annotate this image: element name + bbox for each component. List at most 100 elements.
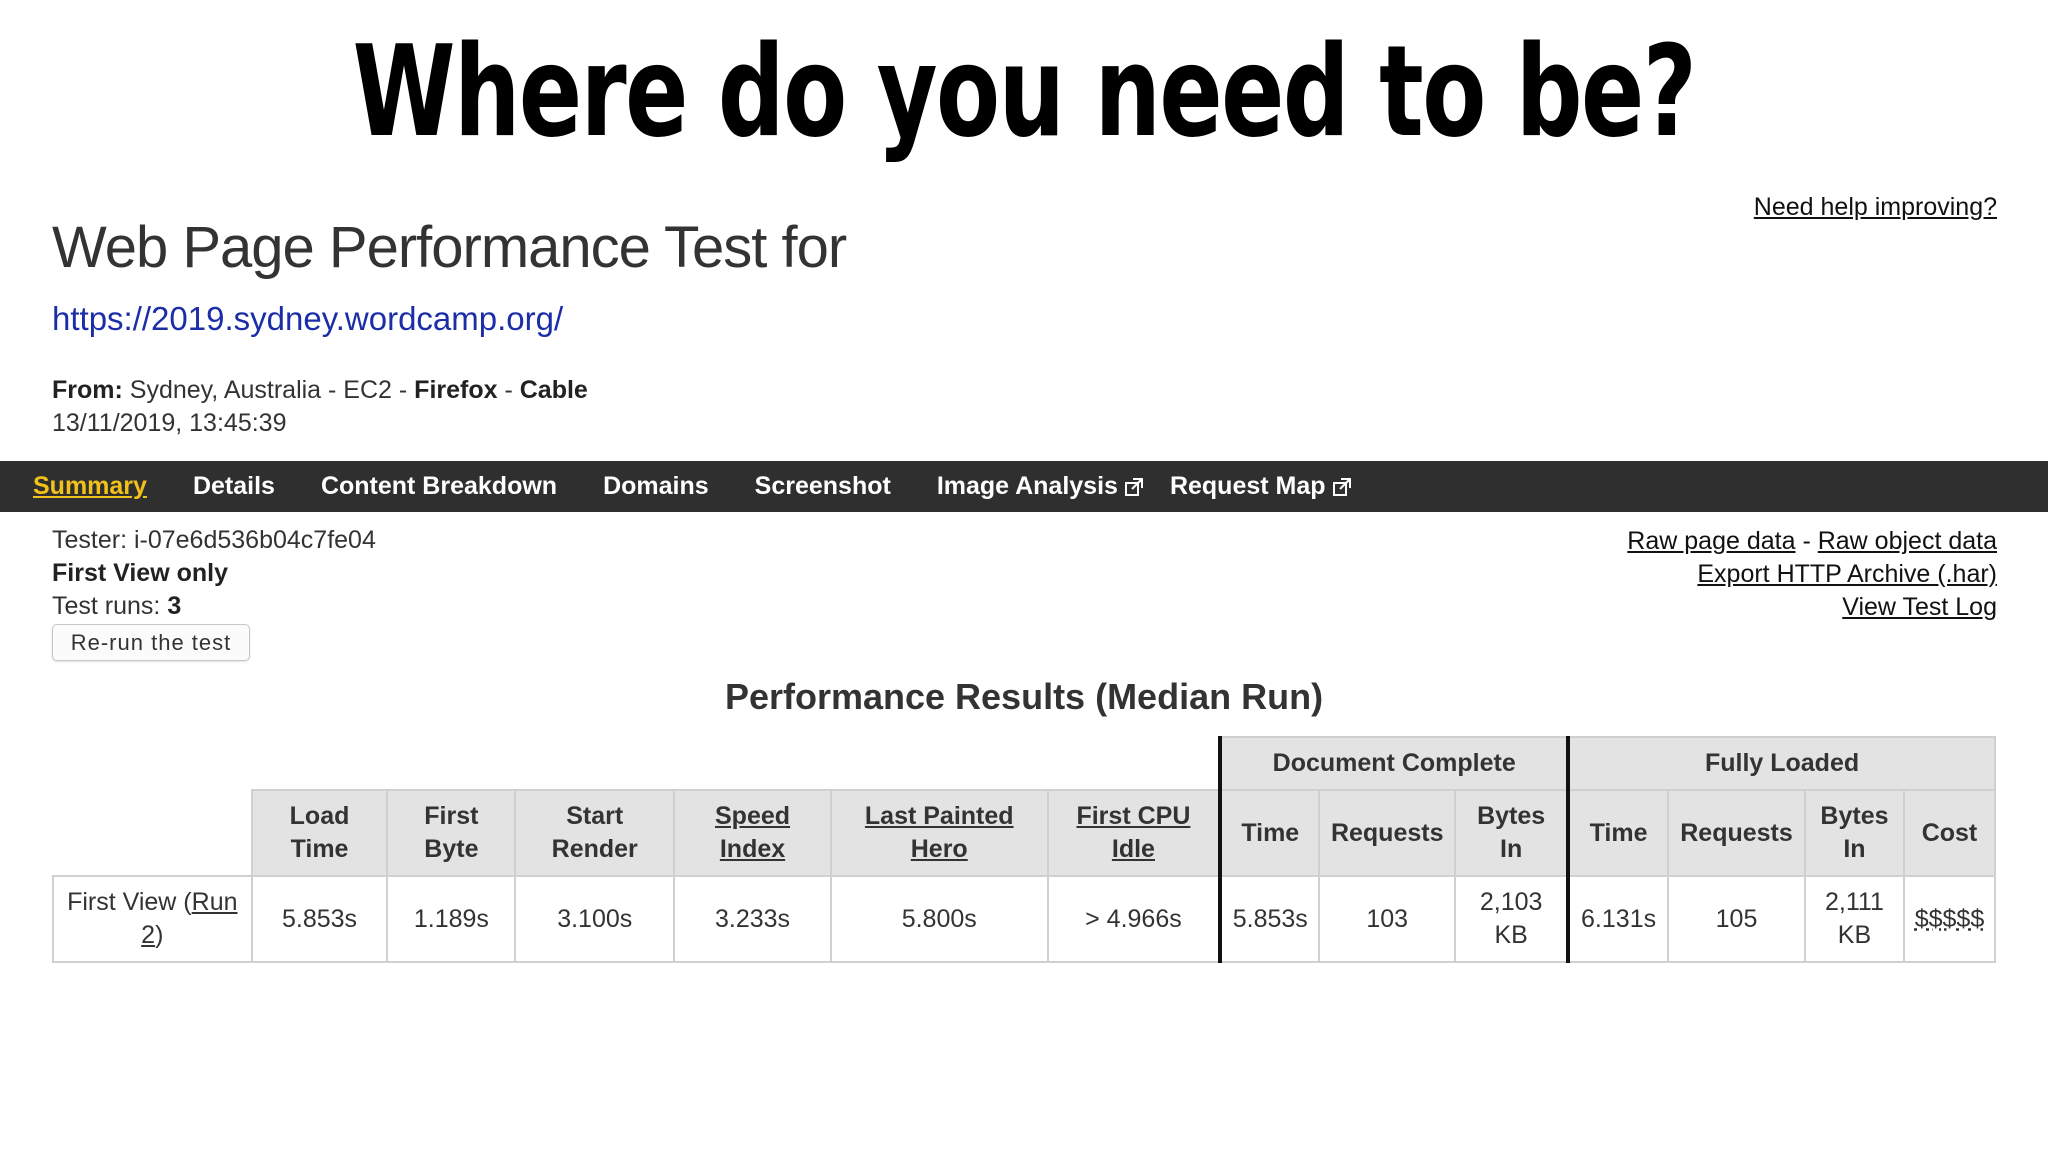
cell-load-time: 5.853s [250, 875, 389, 963]
col-first-byte-l2: Byte [424, 835, 479, 863]
fully-loaded-group: Fully Loaded [1566, 736, 1996, 791]
cell-speed-index: 3.233s [673, 875, 832, 963]
raw-data-links: Raw page data - Raw object data [1627, 525, 1997, 558]
export-har-link[interactable]: Export HTTP Archive (.har) [1697, 560, 1997, 588]
cell-fl-requests: 105 [1667, 875, 1806, 963]
test-location: From: Sydney, Australia - EC2 - Firefox … [52, 376, 588, 404]
slide-title: Where do you need to be? [352, 18, 1697, 165]
col-dc-time: Time [1218, 789, 1321, 877]
run-2-link-number[interactable]: 2 [141, 921, 155, 949]
tab-domains[interactable]: Domains [603, 472, 709, 501]
col-dc-bytes-l1: Bytes [1477, 802, 1546, 830]
tab-screenshot[interactable]: Screenshot [755, 472, 891, 501]
cell-dc-time: 5.853s [1218, 875, 1321, 963]
connection-type: Cable [519, 376, 588, 404]
tab-image-analysis[interactable]: Image Analysis [937, 472, 1144, 501]
tab-screenshot-label: Screenshot [754, 472, 891, 500]
tab-request-map-label: Request Map [1169, 472, 1326, 500]
cell-fl-time: 6.131s [1566, 875, 1670, 963]
row-label-prefix: First View ( [67, 888, 192, 916]
blank-cell [53, 737, 1221, 790]
view-test-log-link[interactable]: View Test Log [1842, 593, 1997, 621]
col-start-render: Start Render [514, 789, 676, 877]
col-first-byte-l1: First [424, 802, 479, 830]
side-links: Raw page data - Raw object data Export H… [1627, 525, 1997, 624]
col-fl-time: Time [1566, 789, 1670, 877]
col-dc-bytes-in: Bytes In [1454, 789, 1570, 877]
tab-details[interactable]: Details [193, 472, 275, 501]
cell-dc-bytes-in: 2,103 KB [1454, 875, 1570, 963]
link-separator: - [1802, 527, 1811, 555]
tab-content-breakdown[interactable]: Content Breakdown [321, 472, 557, 501]
cell-dc-bytes-value: 2,103 [1479, 888, 1543, 916]
cell-start-render: 3.100s [514, 875, 676, 963]
col-fl-bytes-l1: Bytes [1820, 802, 1889, 830]
col-last-painted-hero[interactable]: Last Painted Hero [829, 789, 1049, 877]
cell-fl-bytes-in: 2,111 KB [1804, 875, 1905, 963]
col-dc-requests: Requests [1318, 789, 1457, 877]
tab-summary[interactable]: Summary [33, 472, 147, 501]
col-last-painted-hero-l2[interactable]: Hero [911, 835, 968, 863]
results-heading: Performance Results (Median Run) [724, 676, 1324, 717]
tab-request-map[interactable]: Request Map [1170, 472, 1352, 501]
col-first-byte: First Byte [386, 789, 517, 877]
tab-image-analysis-label: Image Analysis [936, 472, 1118, 500]
raw-page-data-link[interactable]: Raw page data [1627, 527, 1795, 555]
cell-dc-requests: 103 [1318, 875, 1457, 963]
col-last-painted-hero-l1[interactable]: Last Painted [865, 802, 1014, 830]
rerun-test-button[interactable]: Re-run the test [52, 624, 250, 661]
col-speed-index[interactable]: Speed Index [673, 789, 832, 877]
external-link-icon [1332, 477, 1351, 496]
browser-name: Firefox [414, 376, 498, 404]
col-speed-index-l2[interactable]: Index [720, 835, 785, 863]
tab-details-label: Details [192, 472, 275, 500]
test-datetime: 13/11/2019, 13:45:39 [52, 409, 287, 437]
document-complete-group: Document Complete [1218, 736, 1570, 791]
column-header-row: Load Time First Byte Start Render Speed Inde… [53, 789, 1997, 877]
row-label-first-view: First View (Run 2) [52, 875, 253, 963]
run-2-link[interactable]: Run [192, 888, 238, 916]
from-location: Sydney, Australia - EC2 - [129, 376, 408, 404]
col-load-time-l2: Time [290, 835, 349, 863]
cell-first-cpu-idle: > 4.966s [1046, 875, 1222, 963]
cell-first-byte: 1.189s [386, 875, 517, 963]
col-fl-bytes-l2: In [1843, 835, 1866, 863]
test-runs-label: Test runs: [52, 592, 161, 620]
cell-fl-bytes-value: 2,111 [1825, 888, 1884, 916]
first-view-only-label: First View only [52, 559, 228, 587]
col-first-cpu-idle[interactable]: First CPU Idle [1046, 789, 1222, 877]
performance-results-table: Document Complete Fully Loaded Load Time … [52, 736, 1997, 963]
test-runs: Test runs: 3 [52, 592, 181, 621]
need-help-link[interactable]: Need help improving? [1754, 193, 1997, 222]
tested-url-link[interactable]: https://2019.sydney.wordcamp.org/ [52, 300, 563, 338]
cell-fl-bytes-unit: KB [1837, 921, 1872, 949]
external-link-icon [1124, 477, 1143, 496]
col-start-render-l1: Start [566, 802, 624, 830]
results-nav-bar: Summary Details Content Breakdown Domain… [0, 461, 2048, 512]
col-fl-bytes-in: Bytes In [1804, 789, 1905, 877]
from-label: From: [52, 376, 123, 404]
col-cost: Cost [1902, 789, 1997, 877]
page-title: Web Page Performance Test for [52, 215, 847, 280]
tab-domains-label: Domains [603, 472, 709, 500]
col-load-time-l1: Load [289, 802, 350, 830]
col-load-time: Load Time [250, 789, 389, 877]
tester-id: Tester: i-07e6d536b04c7fe04 [52, 526, 376, 554]
table-row: First View (Run 2) 5.853s 1.189s 3.100s 3… [52, 875, 1997, 963]
tab-summary-label: Summary [33, 472, 147, 500]
col-first-cpu-idle-l1[interactable]: First CPU [1076, 802, 1190, 830]
cell-dc-bytes-unit: KB [1494, 921, 1528, 949]
cost-value[interactable]: $$$$$ [1915, 905, 1985, 933]
blank-cell [53, 790, 252, 876]
group-header-row: Document Complete Fully Loaded [53, 736, 1996, 791]
col-speed-index-l1[interactable]: Speed [715, 802, 790, 830]
row-label-suffix: ) [155, 921, 164, 949]
test-runs-value: 3 [167, 592, 182, 620]
col-dc-bytes-l2: In [1500, 835, 1523, 863]
col-fl-requests: Requests [1667, 789, 1806, 877]
cell-last-painted-hero: 5.800s [829, 875, 1049, 963]
raw-object-data-link[interactable]: Raw object data [1818, 527, 1997, 555]
col-start-render-l2: Render [551, 835, 638, 863]
cell-cost[interactable]: $$$$$ [1902, 875, 1997, 963]
col-first-cpu-idle-l2[interactable]: Idle [1112, 835, 1155, 863]
